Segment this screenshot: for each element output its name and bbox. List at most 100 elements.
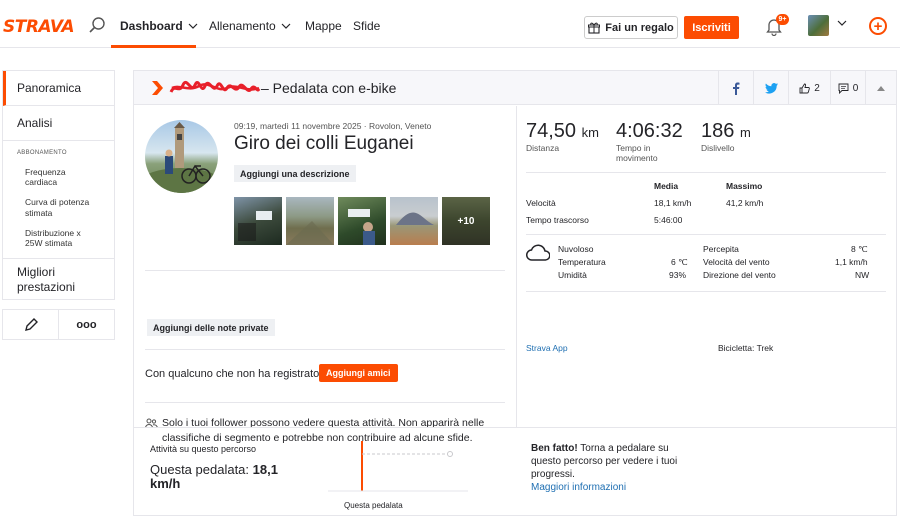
nav-training-label: Allenamento — [209, 19, 276, 33]
subscribe-button[interactable]: Iscriviti — [684, 16, 739, 39]
distance-value: 74,50 km — [526, 120, 599, 143]
divider — [145, 270, 505, 271]
distance-unit: km — [581, 125, 599, 140]
notification-badge: 9+ — [776, 14, 789, 25]
distance-label: Distanza — [526, 143, 560, 153]
chart-label: Questa pedalata — [344, 501, 403, 510]
sidebar-item-power-curve[interactable]: Curva di potenza stimata — [3, 192, 114, 222]
twitter-icon — [764, 82, 778, 94]
speed-label: Velocità — [526, 198, 556, 208]
gift-label: Fai un regalo — [605, 21, 674, 34]
more-photos-count: +10 — [442, 197, 490, 245]
elevation-number: 186 — [701, 120, 735, 142]
route-activities-label: Attività su questo percorso — [150, 444, 257, 454]
well-done-message: Ben fatto! Torna a pedalare su questo pe… — [531, 442, 701, 494]
nav-maps[interactable]: Mappe — [305, 19, 342, 33]
wind-direction-label: Direzione del vento — [703, 270, 776, 280]
trend-point — [447, 451, 453, 457]
caret-up-icon — [877, 85, 885, 91]
well-done-title: Ben fatto! — [531, 443, 578, 454]
top-navigation: STRAVA Dashboard Allenamento Mappe Sfide… — [0, 0, 900, 48]
facebook-share-button[interactable] — [718, 71, 753, 105]
speed-max: 41,2 km/h — [726, 198, 764, 208]
strava-logo[interactable]: STRAVA — [3, 17, 75, 37]
add-description-button[interactable]: Aggiungi una descrizione — [234, 165, 356, 182]
nav-training[interactable]: Allenamento — [209, 19, 291, 33]
col-header-max: Massimo — [726, 181, 763, 191]
activity-type-title: – Pedalata con e-bike — [261, 80, 397, 96]
kudos-button[interactable]: 2 — [788, 71, 830, 105]
col-header-avg: Media — [654, 181, 679, 191]
sidebar-item-power-distribution[interactable]: Distribuzione x 25W stimata — [3, 223, 114, 258]
sidebar-item-analysis[interactable]: Analisi — [3, 106, 114, 141]
stat-elevation: 186 m Dislivello — [701, 120, 751, 154]
add-plus-icon[interactable]: + — [869, 17, 887, 35]
distance-number: 74,50 — [526, 120, 577, 142]
photo-thumbnail[interactable] — [234, 197, 282, 245]
nav-dashboard[interactable]: Dashboard — [120, 19, 198, 33]
chevron-down-icon — [188, 23, 198, 29]
activity-card: – Pedalata con e-bike 2 0 09:19, martedì… — [133, 70, 897, 516]
moving-time-label-line2: movimento — [616, 152, 658, 163]
sidebar-item-best-efforts[interactable]: Migliori prestazioni — [3, 258, 114, 299]
photo-thumbnail[interactable] — [338, 197, 386, 245]
redacted-name — [169, 80, 261, 93]
divider — [526, 291, 886, 292]
comment-icon — [838, 83, 849, 94]
activity-stats: 74,50 km Distanza 4:06:32 Tempo in movime… — [526, 106, 886, 427]
search-icon[interactable] — [88, 16, 106, 34]
activity-meta: 09:19, martedì 11 novembre 2025 · Rovolo… — [234, 121, 432, 131]
device-app-link[interactable]: Strava App — [526, 343, 568, 353]
facebook-icon — [733, 82, 740, 95]
photo-image — [238, 211, 272, 241]
photo-thumbnail[interactable] — [286, 197, 334, 245]
speed-avg: 18,1 km/h — [654, 198, 692, 208]
photo-thumbnail-more[interactable]: +10 — [442, 197, 490, 245]
temperature-label: Temperatura — [558, 257, 606, 267]
edit-button[interactable] — [3, 310, 58, 339]
sidebar: Panoramica Analisi ABBONAMENTO Frequenza… — [2, 70, 115, 341]
more-options-button[interactable]: ooo — [58, 310, 114, 340]
athlete-avatar[interactable] — [145, 120, 218, 193]
this-ride-summary: Questa pedalata: 18,1 km/h — [150, 462, 295, 492]
wind-direction-value: NW — [855, 270, 870, 280]
activity-header: – Pedalata con e-bike 2 0 — [134, 71, 896, 105]
photo-image — [286, 221, 334, 245]
more-info-link[interactable]: Maggiori informazioni — [531, 482, 626, 493]
avatar[interactable] — [808, 15, 829, 36]
elevation-label: Dislivello — [701, 143, 735, 153]
photo-thumbnail[interactable] — [390, 197, 438, 245]
kudos-count: 2 — [814, 82, 820, 94]
sidebar-item-heart-rate[interactable]: Frequenza cardiaca — [3, 162, 114, 192]
stat-moving-time: 4:06:32 Tempo in movimento — [616, 120, 683, 164]
comments-button[interactable]: 0 — [830, 71, 865, 105]
humidity-value: 93% — [669, 270, 687, 280]
weather-condition: Nuvoloso — [558, 244, 594, 254]
sidebar-item-overview[interactable]: Panoramica — [3, 71, 114, 106]
twitter-share-button[interactable] — [753, 71, 788, 105]
profile-photo — [145, 122, 218, 193]
add-private-notes-button[interactable]: Aggiungi delle note private — [147, 319, 275, 336]
this-ride-unit: km/h — [150, 476, 181, 492]
collapse-button[interactable] — [865, 71, 896, 105]
elevation-value: 186 m — [701, 120, 751, 143]
route-speed-chart: Questa pedalata — [328, 441, 468, 510]
more-icon: ooo — [76, 318, 97, 331]
sidebar-section-subscription: ABBONAMENTO — [17, 150, 67, 156]
chevron-down-icon[interactable] — [837, 20, 847, 26]
active-tab-indicator — [111, 45, 196, 48]
elapsed-time-label: Tempo trascorso — [526, 215, 589, 225]
wind-speed-label: Velocità del vento — [703, 257, 770, 267]
chevron-down-icon — [281, 23, 291, 29]
elevation-unit: m — [739, 125, 751, 140]
gift-button[interactable]: Fai un regalo — [584, 16, 678, 39]
activity-summary: 09:19, martedì 11 novembre 2025 · Rovolo… — [134, 106, 517, 444]
nav-challenges[interactable]: Sfide — [353, 19, 380, 33]
thumbs-up-icon — [799, 83, 811, 93]
photo-image — [348, 209, 375, 245]
stat-distance: 74,50 km Distanza — [526, 120, 599, 154]
add-friends-button[interactable]: Aggiungi amici — [319, 364, 398, 382]
elapsed-time-value: 5:46:00 — [654, 215, 683, 225]
cloud-icon — [526, 244, 550, 261]
activity-title[interactable]: Giro dei colli Euganei — [234, 133, 414, 155]
